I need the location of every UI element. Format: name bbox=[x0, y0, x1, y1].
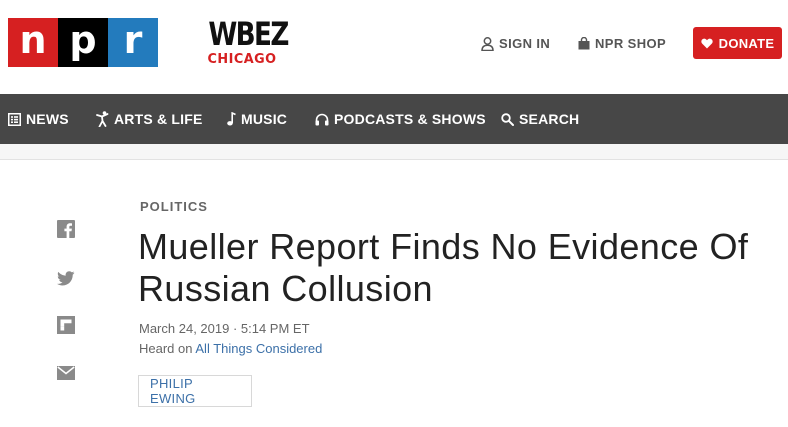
logo-letter-n: n bbox=[8, 18, 58, 67]
facebook-icon[interactable] bbox=[57, 220, 75, 238]
author-byline-button[interactable]: PHILIP EWING bbox=[138, 375, 252, 407]
article-date: March 24, 2019 · 5:14 PM ET bbox=[139, 321, 310, 336]
sign-in-link[interactable]: SIGN IN bbox=[481, 36, 550, 51]
station-name: WBEZ bbox=[208, 15, 289, 53]
news-grid-icon bbox=[8, 112, 21, 126]
headphones-icon bbox=[315, 113, 329, 125]
nav-label-search: SEARCH bbox=[519, 111, 580, 127]
author-name: PHILIP EWING bbox=[150, 376, 196, 406]
dancer-icon bbox=[96, 111, 109, 127]
nav-item-podcasts-shows[interactable]: PODCASTS & SHOWS bbox=[315, 94, 486, 144]
nav-label-news: NEWS bbox=[26, 111, 69, 127]
shop-label: NPR SHOP bbox=[595, 36, 667, 51]
email-icon[interactable] bbox=[57, 364, 75, 382]
donate-label: DONATE bbox=[718, 35, 775, 51]
nav-sub-bar bbox=[0, 144, 788, 160]
twitter-icon[interactable] bbox=[57, 269, 75, 287]
npr-shop-link[interactable]: NPR SHOP bbox=[578, 36, 666, 51]
user-icon bbox=[481, 36, 494, 51]
search-icon bbox=[501, 112, 514, 126]
heart-icon bbox=[700, 38, 713, 48]
station-city: CHICAGO bbox=[207, 51, 277, 67]
nav-item-music[interactable]: MUSIC bbox=[227, 94, 287, 144]
nav-label-music: MUSIC bbox=[241, 111, 288, 127]
nav-label-arts-life: ARTS & LIFE bbox=[114, 111, 203, 127]
heard-on-line: Heard on All Things Considered bbox=[139, 341, 322, 356]
nav-item-news[interactable]: NEWS bbox=[8, 94, 69, 144]
logo-letter-p: p bbox=[58, 18, 108, 67]
logo-letter-r: r bbox=[108, 18, 158, 67]
nav-label-podcasts-shows: PODCASTS & SHOWS bbox=[334, 111, 486, 127]
section-slug[interactable]: POLITICS bbox=[140, 199, 208, 214]
site-header: n p r WBEZ CHICAGO SIGN IN NPR SHOP DONA… bbox=[0, 0, 788, 94]
heard-on-show-link[interactable]: All Things Considered bbox=[195, 341, 322, 356]
music-note-icon bbox=[227, 112, 236, 126]
donate-button[interactable]: DONATE bbox=[693, 27, 782, 59]
heard-on-prefix: Heard on bbox=[139, 341, 193, 356]
main-nav: NEWS ARTS & LIFE MUSIC PODCASTS & SHOWS … bbox=[0, 94, 788, 144]
nav-item-search[interactable]: SEARCH bbox=[501, 94, 579, 144]
nav-item-arts-life[interactable]: ARTS & LIFE bbox=[96, 94, 203, 144]
sign-in-label: SIGN IN bbox=[499, 36, 551, 51]
station-logo[interactable]: WBEZ CHICAGO bbox=[201, 15, 289, 67]
npr-logo[interactable]: n p r bbox=[8, 18, 158, 67]
shopping-bag-icon bbox=[578, 37, 590, 50]
flipboard-icon[interactable] bbox=[57, 316, 75, 334]
article-headline: Mueller Report Finds No Evidence Of Russ… bbox=[138, 226, 749, 309]
